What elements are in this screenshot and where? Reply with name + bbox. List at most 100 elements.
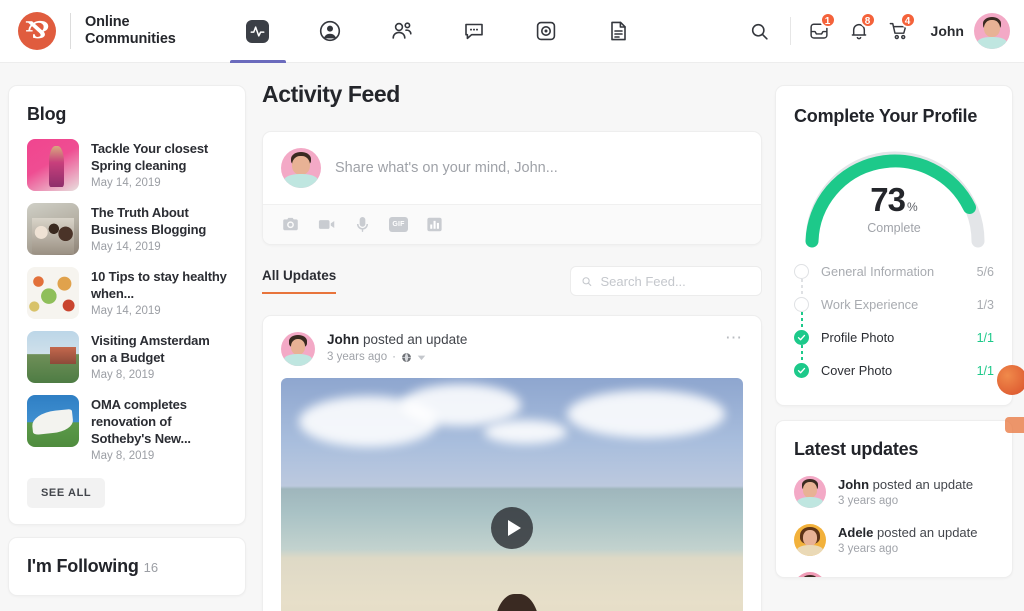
header-actions: 1 8 4 John (740, 9, 1024, 53)
photo-icon[interactable] (281, 215, 300, 234)
profile-step-general-information[interactable]: General Information 5/6 (794, 255, 994, 297)
post-composer: Share what's on your mind, John... GIF (262, 131, 762, 245)
step-value: 1/1 (976, 363, 994, 378)
floating-action-bubble[interactable] (997, 365, 1024, 395)
step-value: 1/1 (976, 330, 994, 345)
update-author[interactable]: John (838, 477, 869, 492)
complete-label: Complete (867, 221, 921, 235)
profile-step-profile-photo[interactable]: Profile Photo 1/1 (794, 321, 994, 363)
following-header: I'm Following 16 (27, 556, 227, 577)
chat-bubble-icon (464, 23, 483, 40)
blog-thumbnail (27, 395, 79, 447)
poll-icon[interactable] (425, 215, 444, 234)
profile-step-work-experience[interactable]: Work Experience 1/3 (794, 288, 994, 330)
nav-item-members[interactable] (366, 0, 438, 63)
cart-icon[interactable]: 4 (879, 9, 919, 53)
step-label: Work Experience (821, 297, 919, 312)
floating-action-tab[interactable] (1005, 417, 1024, 433)
play-icon[interactable] (491, 507, 533, 549)
step-check-icon (794, 330, 809, 345)
post-author-name[interactable]: John (327, 332, 359, 347)
audio-icon[interactable] (353, 215, 372, 234)
step-label: Cover Photo (821, 363, 893, 378)
gif-icon[interactable]: GIF (389, 217, 408, 232)
step-value: 1/3 (976, 297, 994, 312)
see-all-button[interactable]: SEE ALL (27, 478, 106, 508)
step-check-icon (794, 363, 809, 378)
step-label: Profile Photo (821, 330, 895, 345)
complete-profile-widget: Complete Your Profile 73% Complete Gener… (775, 85, 1013, 406)
left-sidebar: Blog Tackle Your closest Spring cleaning… (8, 85, 246, 596)
post-submeta: 3 years ago · (327, 351, 467, 363)
composer-input-row[interactable]: Share what's on your mind, John... (263, 132, 761, 204)
post-meta: John posted an update 3 years ago · (327, 332, 467, 363)
account-circle-icon (319, 20, 340, 42)
list-item[interactable]: The Truth About Business Blogging May 14… (27, 203, 227, 255)
blog-thumbnail (27, 203, 79, 255)
more-options-icon[interactable]: ⋯ (725, 329, 743, 346)
video-icon[interactable] (317, 215, 336, 234)
search-input[interactable] (600, 273, 751, 289)
update-meta: Adele posted an update 3 years ago (838, 525, 978, 555)
following-count: 16 (143, 560, 159, 575)
avatar[interactable] (974, 13, 1010, 49)
following-widget: I'm Following 16 (8, 537, 246, 596)
update-author[interactable]: Adele (838, 525, 873, 540)
person-silhouette (493, 594, 540, 611)
update-action: posted an update (869, 477, 974, 492)
brand-logo-icon: ⅋ (18, 12, 56, 50)
update-action: posted an update (873, 525, 978, 540)
camera-square-icon (536, 21, 555, 41)
bell-icon[interactable]: 8 (839, 9, 879, 53)
brand[interactable]: ⅋ Online Communities (0, 12, 176, 50)
list-item[interactable]: Visiting Amsterdam on a Budget May 8, 20… (27, 331, 227, 383)
blog-post-title: Visiting Amsterdam on a Budget (91, 333, 210, 365)
list-item[interactable]: Adele posted an update 3 years ago (794, 524, 994, 556)
list-item[interactable]: Tackle Your closest Spring cleaning May … (27, 139, 227, 191)
nav-item-activity[interactable] (222, 0, 294, 63)
list-item[interactable]: 10 Tips to stay healthy when... May 14, … (27, 267, 227, 319)
tab-all-updates[interactable]: All Updates (262, 268, 337, 294)
post-author-avatar[interactable] (281, 332, 315, 366)
blog-post-title: 10 Tips to stay healthy when... (91, 269, 227, 301)
blog-widget-title: Blog (27, 104, 67, 124)
list-item[interactable]: OMA completes renovation of Sotheby's Ne… (27, 395, 227, 462)
feed-search[interactable] (570, 266, 762, 296)
header-divider (789, 17, 791, 45)
post-video-thumbnail[interactable] (281, 378, 743, 611)
nav-item-photos[interactable] (510, 0, 582, 63)
following-title: I'm Following (27, 556, 139, 576)
nav-item-forums[interactable] (582, 0, 654, 63)
activity-pulse-icon (246, 19, 270, 43)
activity-feed-column: Activity Feed Share what's on your mind,… (262, 81, 762, 611)
blog-widget: Blog Tackle Your closest Spring cleaning… (8, 85, 246, 525)
list-item[interactable] (794, 572, 994, 577)
notifications-badge: 8 (859, 12, 876, 28)
nav-item-profile[interactable] (294, 0, 366, 63)
latest-updates-widget: Latest updates John posted an update 3 y… (775, 420, 1013, 578)
blog-thumbnail (27, 139, 79, 191)
inbox-badge: 1 (819, 12, 836, 28)
inbox-icon[interactable]: 1 (799, 9, 839, 53)
percent-symbol: % (907, 200, 918, 214)
step-status-icon (794, 297, 809, 312)
blog-thumbnail (27, 267, 79, 319)
caret-down-icon[interactable] (417, 353, 426, 362)
people-group-icon (392, 22, 412, 39)
nav-item-messages[interactable] (438, 0, 510, 63)
app-root: ⅋ Online Communities 1 8 4 John Blog Tac… (0, 0, 1024, 611)
search-icon[interactable] (740, 9, 780, 53)
brand-name: Online Communities (85, 14, 176, 47)
blog-post-date: May 14, 2019 (91, 305, 161, 317)
list-item[interactable]: John posted an update 3 years ago (794, 476, 994, 508)
blog-thumbnail (27, 331, 79, 383)
update-author-line: Adele posted an update (838, 525, 978, 540)
step-label: General Information (821, 264, 935, 279)
search-icon (582, 276, 592, 286)
update-time: 3 years ago (838, 543, 899, 555)
profile-step-cover-photo[interactable]: Cover Photo 1/1 (794, 354, 994, 387)
step-status-icon (794, 264, 809, 279)
composer-placeholder[interactable]: Share what's on your mind, John... (335, 160, 558, 176)
profile-steps-list: General Information 5/6 Work Experience … (794, 255, 994, 387)
update-meta: John posted an update 3 years ago (838, 477, 973, 507)
